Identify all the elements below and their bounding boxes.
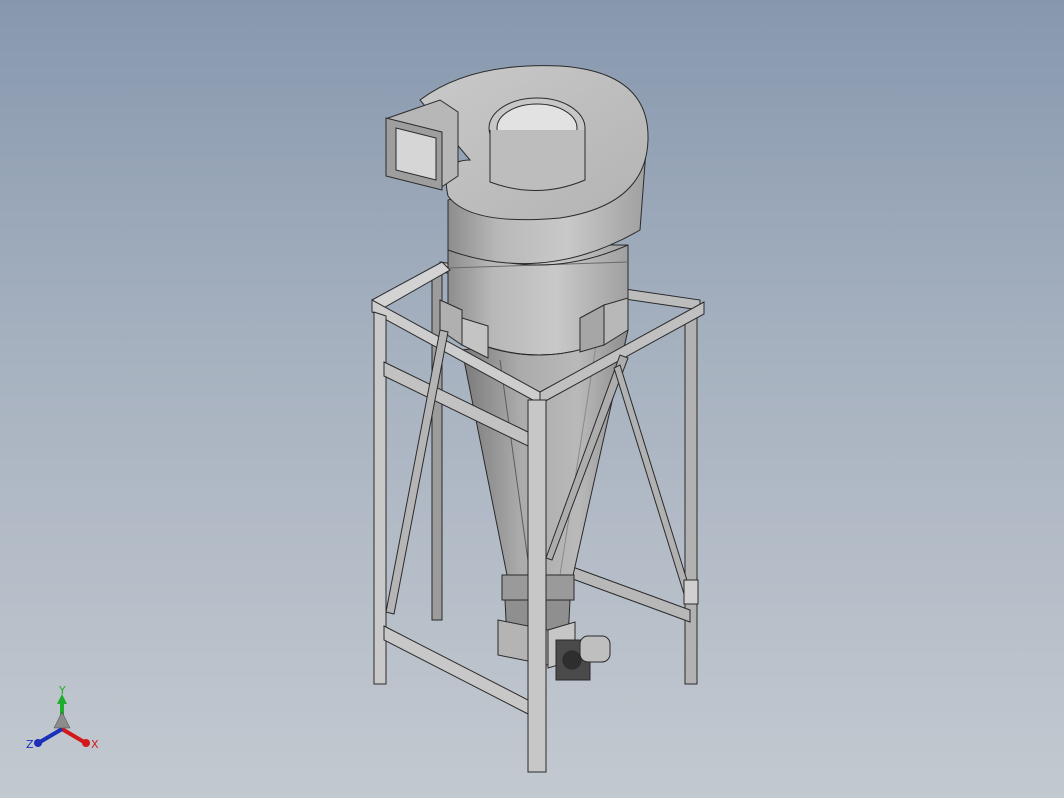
rotary-valve (497, 574, 611, 681)
z-axis-label: Z (26, 738, 34, 751)
cad-viewport[interactable]: Y X Z (0, 0, 1064, 798)
triad-pyramid-icon (53, 711, 71, 729)
axis-triad: Y X Z (26, 684, 99, 751)
x-axis-arrow-icon (60, 727, 90, 747)
z-axis-arrow-icon (34, 727, 64, 747)
cyclone-separator-model[interactable] (0, 0, 1064, 798)
cyclone-body (385, 65, 649, 581)
y-axis-label: Y (58, 684, 66, 697)
x-axis-label: X (91, 738, 99, 751)
